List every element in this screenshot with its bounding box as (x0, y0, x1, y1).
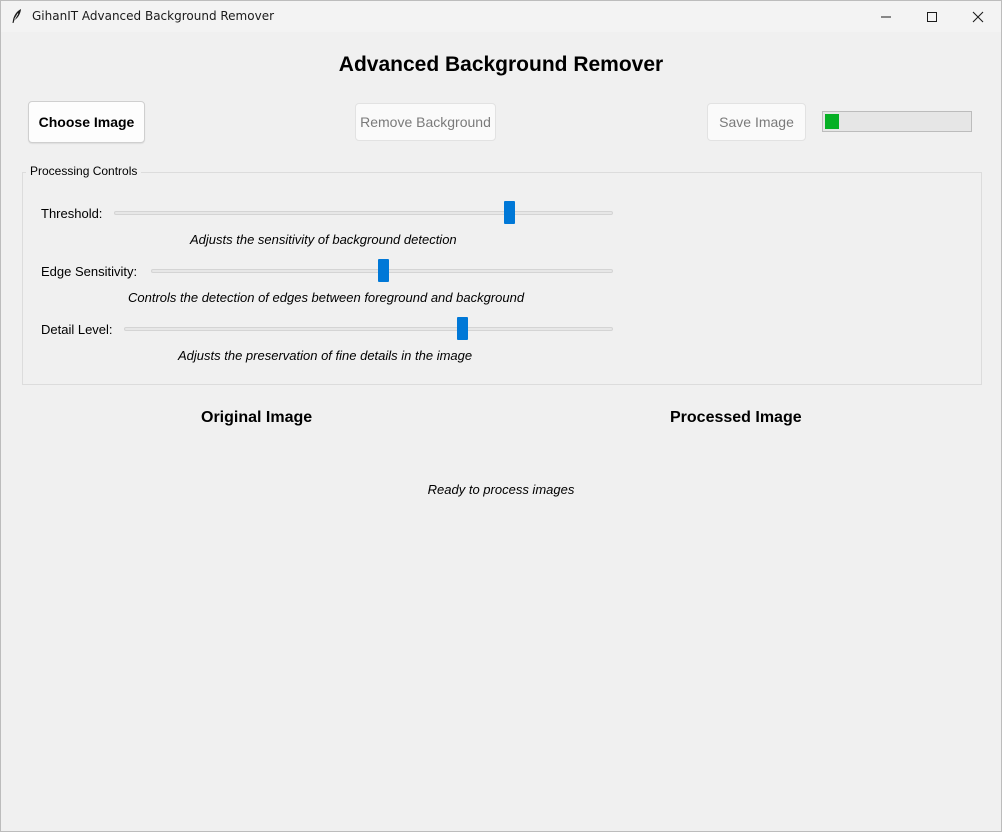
status-text: Ready to process images (427, 482, 575, 497)
threshold-label: Threshold: (41, 206, 103, 221)
minimize-button[interactable] (863, 1, 909, 32)
processing-controls-frame (22, 172, 982, 385)
maximize-icon (927, 12, 937, 22)
close-button[interactable] (955, 1, 1001, 32)
original-image-title: Original Image (201, 409, 313, 426)
edge-sensitivity-label: Edge Sensitivity: (41, 264, 138, 279)
window-title: GihanIT Advanced Background Remover (32, 9, 275, 23)
page-title: Advanced Background Remover (338, 53, 664, 76)
progress-fill (825, 114, 839, 129)
threshold-description: Adjusts the sensitivity of background de… (190, 232, 457, 247)
threshold-slider-thumb[interactable] (504, 201, 515, 224)
edge-sensitivity-slider-thumb[interactable] (378, 259, 389, 282)
detail-level-slider[interactable] (124, 317, 613, 340)
remove-background-button[interactable]: Remove Background (355, 103, 496, 141)
minimize-icon (881, 16, 891, 18)
detail-level-slider-thumb[interactable] (457, 317, 468, 340)
maximize-button[interactable] (909, 1, 955, 32)
processed-image-title: Processed Image (670, 409, 802, 426)
close-icon (972, 11, 984, 23)
app-window: GihanIT Advanced Background Remover Adva… (0, 0, 1002, 832)
feather-icon (10, 8, 24, 24)
choose-image-button[interactable]: Choose Image (28, 101, 145, 143)
detail-level-label: Detail Level: (41, 322, 113, 337)
edge-sensitivity-description: Controls the detection of edges between … (128, 290, 525, 305)
save-image-button[interactable]: Save Image (707, 103, 806, 141)
progress-bar (822, 111, 972, 132)
threshold-slider[interactable] (114, 201, 613, 224)
detail-level-description: Adjusts the preservation of fine details… (178, 348, 473, 363)
edge-sensitivity-slider[interactable] (151, 259, 613, 282)
processing-controls-label: Processing Controls (26, 164, 142, 178)
title-bar[interactable]: GihanIT Advanced Background Remover (1, 1, 1001, 32)
